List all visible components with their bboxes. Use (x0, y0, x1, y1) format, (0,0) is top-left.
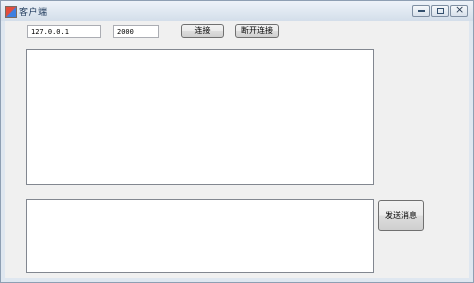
maximize-button[interactable] (431, 5, 449, 17)
title-bar[interactable]: 客户端 × (1, 1, 473, 21)
window-title: 客户端 (19, 8, 48, 18)
minimize-icon (418, 10, 425, 12)
disconnect-button[interactable]: 断开连接 (235, 24, 279, 38)
received-messages-area[interactable] (26, 49, 374, 185)
app-icon (5, 6, 17, 18)
port-field[interactable]: 2000 (113, 25, 159, 38)
close-icon: × (455, 3, 465, 16)
connect-button[interactable]: 连接 (181, 24, 224, 38)
ip-address-field[interactable]: 127.0.0.1 (27, 25, 101, 38)
message-input-area[interactable] (26, 199, 374, 273)
send-message-button[interactable]: 发送消息 (378, 200, 424, 231)
close-button[interactable]: × (450, 3, 468, 17)
maximize-icon (437, 8, 444, 14)
client-area: 127.0.0.1 2000 连接 断开连接 发送消息 (5, 21, 469, 278)
client-window: 客户端 × 127.0.0.1 2000 连接 断开连接 发送消息 (0, 0, 474, 283)
minimize-button[interactable] (412, 5, 430, 17)
